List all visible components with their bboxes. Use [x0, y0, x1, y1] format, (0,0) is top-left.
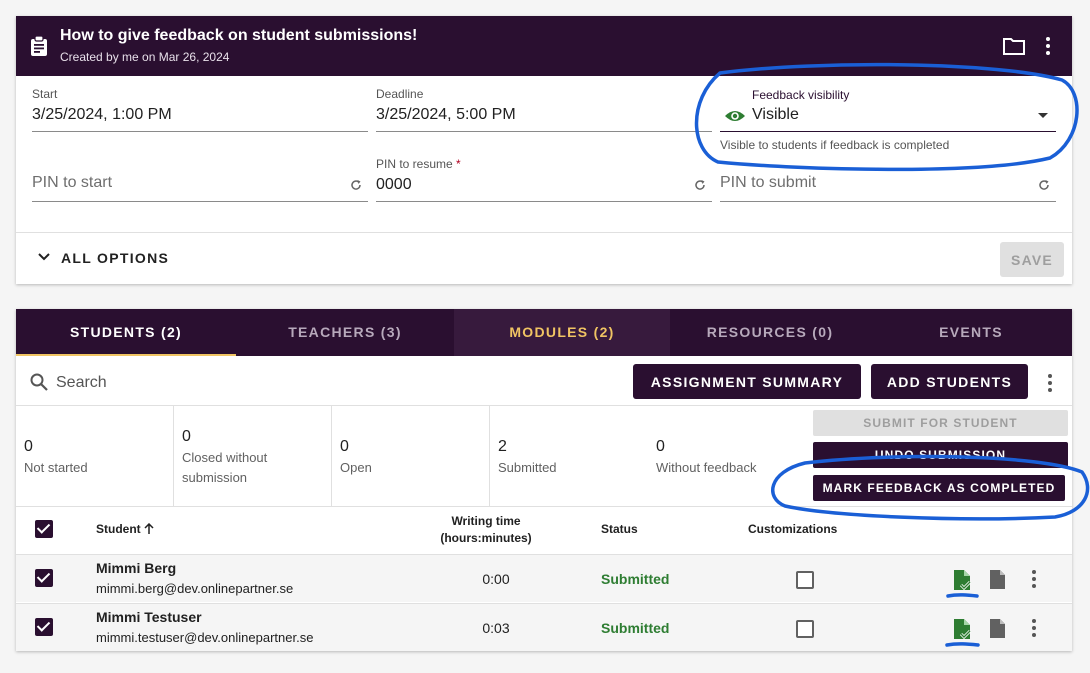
- stat-label: Without feedback: [656, 460, 757, 475]
- select-all-checkbox[interactable]: [35, 520, 53, 538]
- all-options-toggle[interactable]: ALL OPTIONS: [61, 250, 169, 266]
- document-icon[interactable]: [989, 569, 1006, 590]
- start-label: Start: [32, 87, 58, 101]
- assignment-summary-button[interactable]: ASSIGNMENT SUMMARY: [633, 364, 861, 399]
- table-row: Mimmi Testuser mimmi.testuser@dev.online…: [16, 603, 1072, 651]
- pin-resume-value: 0000: [376, 176, 412, 193]
- mark-feedback-completed-button[interactable]: MARK FEEDBACK AS COMPLETED: [813, 475, 1065, 501]
- dropdown-caret-icon: [1038, 113, 1048, 118]
- status-text: Submitted: [601, 620, 670, 636]
- row-checkbox[interactable]: [35, 618, 53, 636]
- student-email: mimmi.testuser@dev.onlinepartner.se: [96, 630, 314, 645]
- pin-submit-field[interactable]: PIN to submit: [720, 146, 1056, 202]
- arrow-up-icon: [144, 522, 154, 534]
- refresh-icon[interactable]: [350, 179, 362, 191]
- assignment-subtitle: Created by me on Mar 26, 2024: [60, 50, 230, 64]
- stat-closed-without-submission: 0 Closed without submission: [174, 406, 332, 506]
- pin-start-field[interactable]: PIN to start: [32, 146, 368, 202]
- row-checkbox[interactable]: [35, 569, 53, 587]
- status-text: Submitted: [601, 571, 670, 587]
- assignment-title: How to give feedback on student submissi…: [60, 27, 418, 44]
- search-icon: [30, 373, 48, 391]
- stat-value: 2: [498, 438, 507, 455]
- more-vert-icon[interactable]: [1046, 373, 1054, 393]
- student-name: Mimmi Testuser: [96, 609, 202, 625]
- clipboard-icon: [31, 36, 47, 56]
- save-button[interactable]: SAVE: [1000, 242, 1064, 277]
- more-vert-icon[interactable]: [1030, 618, 1038, 638]
- feedback-visibility-select[interactable]: Feedback visibility Visible: [720, 76, 1056, 132]
- column-header-customizations: Customizations: [748, 522, 838, 536]
- tab-bar: STUDENTS (2) TEACHERS (3) MODULES (2) RE…: [16, 309, 1072, 356]
- file-check-icon[interactable]: [953, 569, 971, 591]
- pin-resume-field[interactable]: PIN to resume * 0000: [376, 146, 712, 202]
- feedback-visibility-label: Feedback visibility: [752, 88, 850, 102]
- submit-for-student-button[interactable]: SUBMIT FOR STUDENT: [813, 410, 1068, 436]
- tab-modules[interactable]: MODULES (2): [454, 309, 670, 356]
- student-email: mimmi.berg@dev.onlinepartner.se: [96, 581, 294, 596]
- tab-teachers[interactable]: TEACHERS (3): [236, 309, 454, 356]
- writing-time: 0:00: [482, 571, 510, 587]
- stat-label: Closed without submission: [182, 450, 268, 485]
- start-field[interactable]: Start 3/25/2024, 1:00 PM: [32, 76, 368, 132]
- tab-resources[interactable]: RESOURCES (0): [670, 309, 870, 356]
- more-vert-icon[interactable]: [1044, 36, 1052, 56]
- assignment-header: How to give feedback on student submissi…: [16, 16, 1072, 76]
- search-input[interactable]: [56, 371, 256, 395]
- stat-value: 0: [24, 438, 33, 455]
- stat-value: 0: [656, 438, 665, 455]
- add-students-button[interactable]: ADD STUDENTS: [871, 364, 1028, 399]
- tab-events[interactable]: EVENTS: [870, 309, 1072, 356]
- participants-card: STUDENTS (2) TEACHERS (3) MODULES (2) RE…: [16, 309, 1072, 651]
- tab-students[interactable]: STUDENTS (2): [16, 309, 236, 356]
- stat-open: 0 Open: [332, 406, 490, 506]
- assignment-settings-card: How to give feedback on student submissi…: [16, 16, 1072, 284]
- writing-time: 0:03: [482, 620, 510, 636]
- chevron-down-icon[interactable]: [38, 253, 50, 261]
- deadline-field[interactable]: Deadline 3/25/2024, 5:00 PM: [376, 76, 712, 132]
- customization-checkbox[interactable]: [796, 620, 814, 638]
- more-vert-icon[interactable]: [1030, 569, 1038, 589]
- student-name: Mimmi Berg: [96, 560, 177, 576]
- feedback-visibility-value: Visible: [752, 106, 799, 123]
- stat-label: Not started: [24, 460, 88, 475]
- pin-resume-label: PIN to resume *: [376, 157, 461, 171]
- undo-submission-button[interactable]: UNDO SUBMISSION: [813, 442, 1068, 468]
- table-row: Mimmi Berg mimmi.berg@dev.onlinepartner.…: [16, 554, 1072, 602]
- column-header-status: Status: [601, 522, 638, 536]
- stat-value: 0: [182, 428, 191, 445]
- customization-checkbox[interactable]: [796, 571, 814, 589]
- deadline-label: Deadline: [376, 87, 424, 101]
- refresh-icon[interactable]: [1038, 179, 1050, 191]
- pin-submit-placeholder: PIN to submit: [720, 174, 817, 191]
- document-icon[interactable]: [989, 618, 1006, 639]
- deadline-value: 3/25/2024, 5:00 PM: [376, 106, 516, 123]
- file-check-icon[interactable]: [953, 618, 971, 640]
- pin-start-placeholder: PIN to start: [32, 174, 113, 191]
- refresh-icon[interactable]: [694, 179, 706, 191]
- active-tab-indicator: [16, 354, 236, 356]
- stat-label: Open: [340, 460, 372, 475]
- stat-not-started: 0 Not started: [16, 406, 174, 506]
- stat-submitted: 2 Submitted: [490, 406, 648, 506]
- stat-without-feedback: 0 Without feedback: [648, 406, 808, 506]
- divider: [16, 232, 1072, 233]
- divider: [16, 506, 1072, 507]
- stat-value: 0: [340, 438, 349, 455]
- column-header-writing-time: Writing time (hours:minutes): [440, 514, 532, 545]
- column-header-student[interactable]: Student: [96, 521, 154, 538]
- start-value: 3/25/2024, 1:00 PM: [32, 106, 172, 123]
- stat-label: Submitted: [498, 460, 557, 475]
- folder-icon[interactable]: [1003, 37, 1025, 55]
- eye-icon: [725, 111, 745, 121]
